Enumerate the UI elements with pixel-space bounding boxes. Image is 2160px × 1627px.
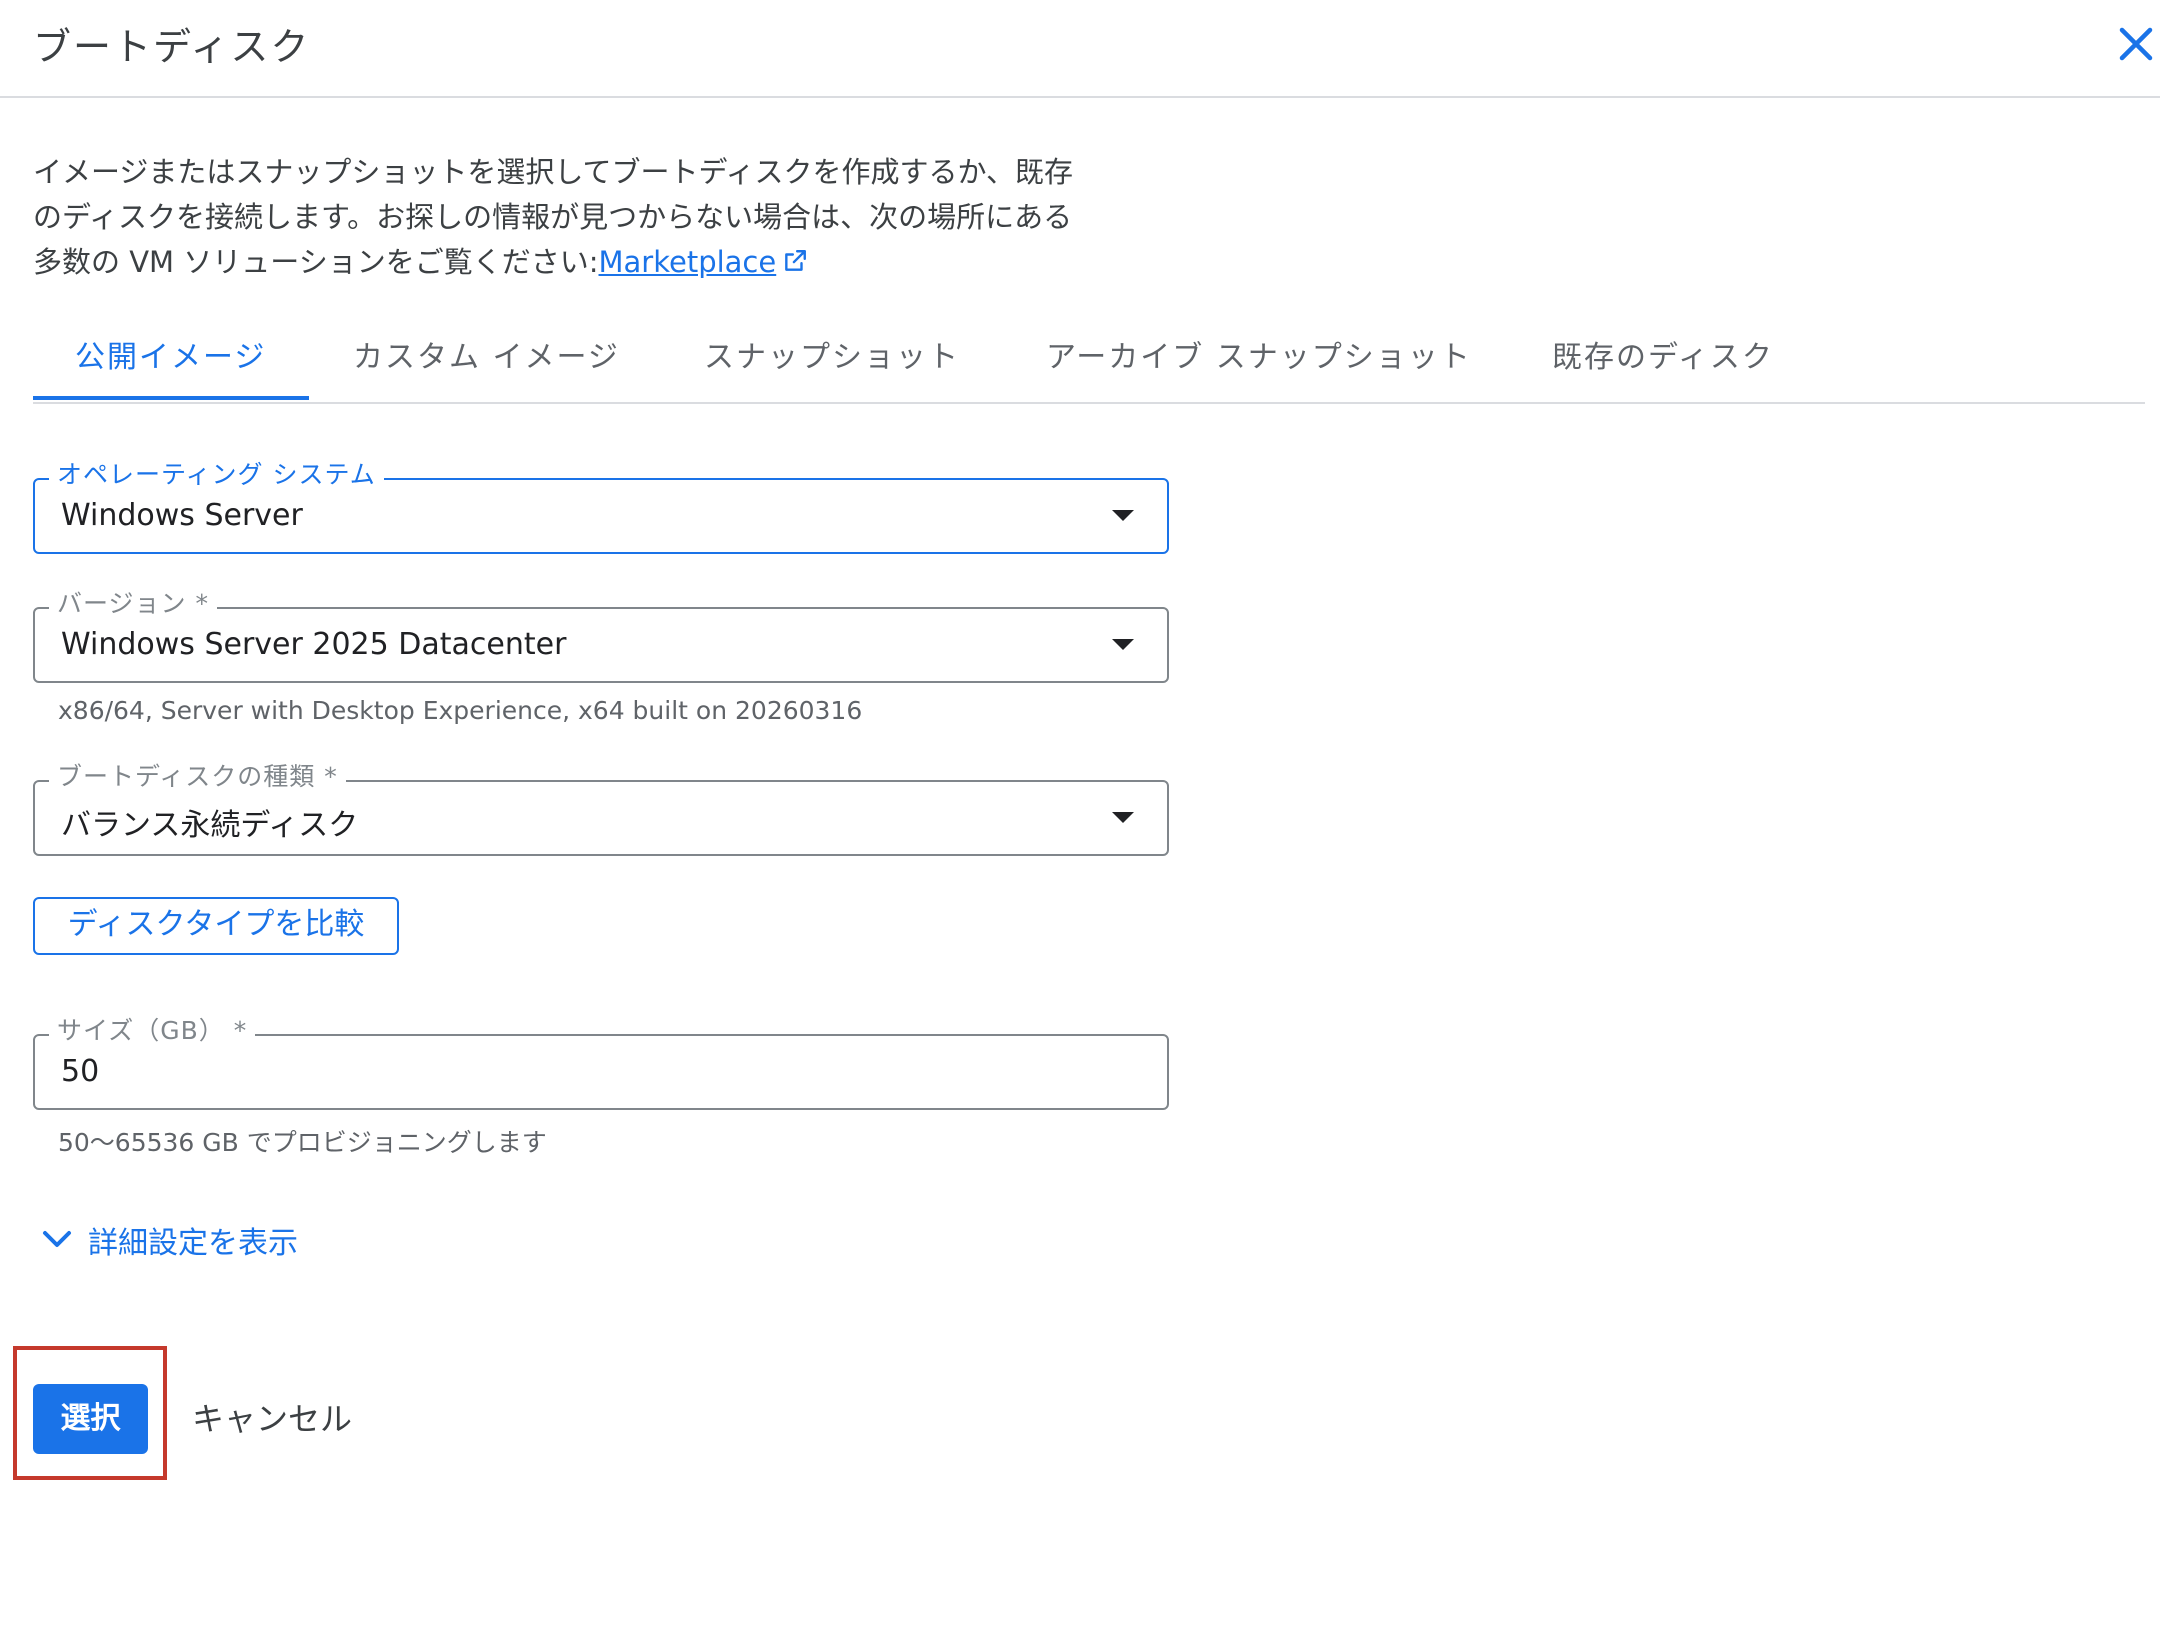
description-line-2: のディスクを接続します。お探しの情報が見つからない場合は、次の場所にある xyxy=(33,200,1073,234)
description-line-1: イメージまたはスナップショットを選択してブートディスクを作成するか、既存 xyxy=(33,155,1073,189)
version-select-value: Windows Server 2025 Datacenter xyxy=(61,627,567,662)
size-input-label: サイズ（GB） * xyxy=(49,1016,256,1046)
disk-type-select-value: バランス永続ディスク xyxy=(61,808,359,843)
tab-public-images[interactable]: 公開イメージ xyxy=(75,330,266,400)
tab-snapshots[interactable]: スナップショット xyxy=(704,330,960,400)
header-divider xyxy=(0,96,2160,98)
select-button[interactable]: 選択 xyxy=(33,1384,148,1454)
version-select[interactable]: バージョン * Windows Server 2025 Datacenter xyxy=(33,589,1169,683)
size-input[interactable]: サイズ（GB） * 50 xyxy=(33,1016,1169,1110)
os-select-value: Windows Server xyxy=(61,498,303,533)
size-input-value[interactable]: 50 xyxy=(61,1054,99,1089)
version-hint: x86/64, Server with Desktop Experience, … xyxy=(58,696,863,725)
size-hint: 50〜65536 GB でプロビジョニングします xyxy=(58,1128,547,1157)
dropdown-arrow-icon xyxy=(1112,510,1134,521)
description-line-3-text: 多数の VM ソリューションをご覧ください: xyxy=(33,245,599,279)
dialog-title: ブートディスク xyxy=(33,25,311,69)
close-icon[interactable] xyxy=(2112,20,2160,68)
os-select[interactable]: オペレーティング システム Windows Server xyxy=(33,460,1169,554)
chevron-down-icon xyxy=(43,1231,71,1247)
version-select-label: バージョン * xyxy=(49,589,217,619)
compare-disk-types-button[interactable]: ディスクタイプを比較 xyxy=(33,897,399,955)
marketplace-link[interactable]: Marketplace xyxy=(599,245,777,279)
dropdown-arrow-icon xyxy=(1112,812,1134,823)
os-select-label: オペレーティング システム xyxy=(49,460,384,490)
disk-type-select[interactable]: ブートディスクの種類 * バランス永続ディスク xyxy=(33,762,1169,856)
description: イメージまたはスナップショットを選択してブートディスクを作成するか、既存 のディ… xyxy=(33,150,1183,285)
open-in-new-icon[interactable] xyxy=(782,248,808,274)
cancel-button[interactable]: キャンセル xyxy=(192,1390,352,1448)
show-advanced-settings-label: 詳細設定を表示 xyxy=(88,1226,298,1261)
dropdown-arrow-icon xyxy=(1112,639,1134,650)
description-line-3: 多数の VM ソリューションをご覧ください:Marketplace xyxy=(33,240,1183,285)
tab-existing-disks[interactable]: 既存のディスク xyxy=(1552,330,1774,400)
tab-archive-snapshots[interactable]: アーカイブ スナップショット xyxy=(1046,330,1472,400)
disk-type-select-label: ブートディスクの種類 * xyxy=(49,762,346,792)
close-button[interactable] xyxy=(2112,20,2160,68)
tab-bar: 公開イメージ カスタム イメージ スナップショット アーカイブ スナップショット… xyxy=(33,330,2145,404)
active-tab-indicator xyxy=(33,396,309,400)
tab-custom-images[interactable]: カスタム イメージ xyxy=(353,330,620,400)
